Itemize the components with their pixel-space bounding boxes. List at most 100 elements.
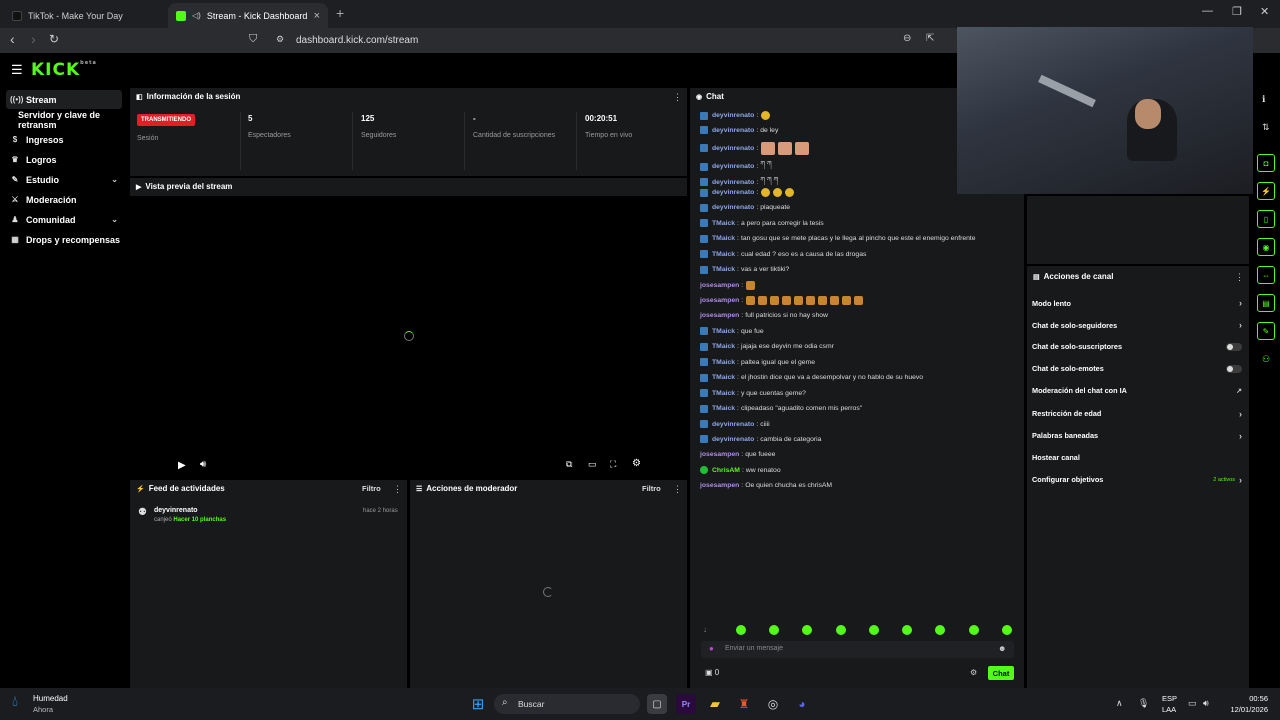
rail-button-bolt[interactable]: ⚡ xyxy=(1257,182,1275,200)
channel-action-row[interactable]: Chat de solo-suscriptores xyxy=(1032,342,1242,351)
chat-username[interactable]: josesampen xyxy=(700,482,739,489)
emote-icon[interactable] xyxy=(769,625,779,635)
sidebar-item-server-key[interactable]: Servidor y clave de retransm xyxy=(6,110,122,130)
sidebar-item-drops[interactable]: ▦ Drops y recompensas xyxy=(6,230,122,249)
chat-username[interactable]: TMaick xyxy=(712,251,735,258)
sidebar-item-estudio[interactable]: ✎ Estudio ⌄ xyxy=(6,170,122,189)
mic-tray-icon[interactable]: 🎙︎ xyxy=(1138,698,1149,709)
chat-username[interactable]: deyvinrenato xyxy=(712,421,754,428)
chat-username[interactable]: TMaick xyxy=(712,343,735,350)
channel-action-row[interactable]: Restricción de edad › xyxy=(1032,409,1242,419)
weather-icon[interactable]: 💧︎ xyxy=(12,693,18,710)
task-view-icon[interactable]: ▢ xyxy=(647,694,667,714)
chat-username[interactable]: deyvinrenato xyxy=(712,112,754,119)
chat-username[interactable]: TMaick xyxy=(712,359,735,366)
emote-icon[interactable] xyxy=(935,625,945,635)
chat-username[interactable]: josesampen xyxy=(700,312,739,319)
language-indicator[interactable]: ESP xyxy=(1162,694,1177,703)
rail-button-wrench[interactable]: ✎ xyxy=(1257,322,1275,340)
chat-username[interactable]: josesampen xyxy=(700,297,739,304)
more-options-icon[interactable]: ⋮ xyxy=(673,484,682,495)
rail-button-chat[interactable]: ◉ xyxy=(1257,238,1275,256)
rail-button-swap[interactable]: ⇔ xyxy=(1257,266,1275,284)
play-icon[interactable]: ▶ xyxy=(178,460,186,471)
rail-button-list[interactable]: ▯ xyxy=(1257,210,1275,228)
sidebar-item-logros[interactable]: ♛ Logros xyxy=(6,150,122,169)
settings-icon[interactable]: ⚙ xyxy=(632,458,641,469)
more-options-icon[interactable]: ⋮ xyxy=(673,92,682,103)
send-chat-button[interactable]: Chat xyxy=(988,666,1014,680)
clock-time[interactable]: 00:56 xyxy=(1222,694,1268,703)
chat-username[interactable]: josesampen xyxy=(700,451,739,458)
chat-username[interactable]: deyvinrenato xyxy=(712,204,754,211)
discord-icon[interactable]: ◕ xyxy=(792,694,812,714)
chat-username[interactable]: TMaick xyxy=(712,328,735,335)
bookmark-icon[interactable]: ⛉ xyxy=(249,33,257,46)
volume-icon[interactable]: 🔊︎ xyxy=(200,459,206,470)
close-window-button[interactable]: ✕ xyxy=(1260,5,1269,18)
channel-action-row[interactable]: Chat de solo-seguidores › xyxy=(1032,320,1242,330)
browser-tab-tiktok[interactable]: TikTok - Make Your Day xyxy=(4,3,164,28)
theater-icon[interactable]: ▭ xyxy=(588,459,597,470)
info-icon[interactable]: ℹ xyxy=(1262,94,1265,105)
fullscreen-icon[interactable]: ⛶ xyxy=(610,459,616,470)
sidebar-item-stream[interactable]: ((•)) Stream xyxy=(6,90,122,109)
chat-username[interactable]: deyvinrenato xyxy=(712,179,754,186)
emote-icon[interactable] xyxy=(869,625,879,635)
chat-username[interactable]: TMaick xyxy=(712,266,735,273)
share-icon[interactable]: ⚇ xyxy=(1262,354,1270,365)
toggle-switch[interactable] xyxy=(1226,364,1242,373)
back-icon[interactable]: ‹ xyxy=(10,31,15,47)
sliders-icon[interactable]: ⇅ xyxy=(1262,122,1270,133)
minimize-button[interactable]: — xyxy=(1202,5,1213,17)
channel-action-row[interactable]: Configurar objetivos 2 activos › xyxy=(1032,475,1242,485)
chat-username[interactable]: deyvinrenato xyxy=(712,163,754,170)
chat-username[interactable]: TMaick xyxy=(712,235,735,242)
rail-button-grid[interactable]: ▤ xyxy=(1257,294,1275,312)
menu-icon[interactable]: ☰ xyxy=(11,62,23,78)
filter-button[interactable]: Filtro xyxy=(642,484,661,493)
chat-username[interactable]: deyvinrenato xyxy=(712,189,754,196)
chat-username[interactable]: TMaick xyxy=(712,374,735,381)
mic-icon[interactable]: ↓ xyxy=(703,625,713,635)
share-icon[interactable]: ⇱ xyxy=(926,33,934,44)
chat-username[interactable]: ChrisAM xyxy=(712,467,740,474)
new-tab-button[interactable]: + xyxy=(336,5,344,21)
chat-username[interactable]: deyvinrenato xyxy=(712,436,754,443)
premiere-icon[interactable]: Pr xyxy=(676,694,696,714)
points-display[interactable]: ▣ 0 xyxy=(705,668,719,677)
emote-icon[interactable] xyxy=(969,625,979,635)
more-options-icon[interactable]: ⋮ xyxy=(393,484,402,495)
pip-icon[interactable]: ⧉ xyxy=(566,459,572,470)
chat-username[interactable]: deyvinrenato xyxy=(712,127,754,134)
weather-title[interactable]: Humedad xyxy=(33,694,68,703)
channel-action-row[interactable]: Chat de solo-emotes xyxy=(1032,364,1242,373)
kick-logo[interactable]: KICKbeta xyxy=(31,60,97,80)
emote-icon[interactable] xyxy=(902,625,912,635)
network-icon[interactable]: ▭ xyxy=(1188,698,1197,709)
more-options-icon[interactable]: ⋮ xyxy=(1235,272,1244,283)
mic-icon[interactable]: ● xyxy=(709,644,714,653)
sidebar-item-comunidad[interactable]: ♟ Comunidad ⌄ xyxy=(6,210,122,229)
chat-username[interactable]: TMaick xyxy=(712,405,735,412)
tray-chevron-icon[interactable]: ∧ xyxy=(1116,698,1123,709)
chat-username[interactable]: TMaick xyxy=(712,390,735,397)
activity-user[interactable]: deyvinrenato xyxy=(154,507,198,514)
emote-icon[interactable] xyxy=(1002,625,1012,635)
filter-button[interactable]: Filtro xyxy=(362,484,381,493)
url-input[interactable]: dashboard.kick.com/stream xyxy=(296,35,418,46)
forward-icon[interactable]: › xyxy=(31,31,36,47)
windows-start-icon[interactable]: ⊞ xyxy=(468,694,488,714)
toggle-switch[interactable] xyxy=(1226,342,1242,351)
rail-button-camera[interactable]: ◘ xyxy=(1257,154,1275,172)
chat-username[interactable]: deyvinrenato xyxy=(712,145,754,152)
sidebar-item-ingresos[interactable]: $ Ingresos xyxy=(6,130,122,149)
obs-icon[interactable]: ◎ xyxy=(763,694,783,714)
emoji-picker-icon[interactable]: ☻ xyxy=(998,644,1006,653)
chat-settings-icon[interactable]: ⚙ xyxy=(970,668,977,677)
taskbar-search[interactable]: ⌕ Buscar xyxy=(494,694,640,714)
stream-video-player[interactable]: ▶ 🔊︎ ⧉ ▭ ⛶ ⚙ xyxy=(130,196,687,478)
reload-icon[interactable]: ↻ xyxy=(49,32,59,46)
chat-input[interactable]: ● Enviar un mensaje ☻ xyxy=(701,641,1014,658)
volume-tray-icon[interactable]: 🔊︎ xyxy=(1203,698,1209,709)
